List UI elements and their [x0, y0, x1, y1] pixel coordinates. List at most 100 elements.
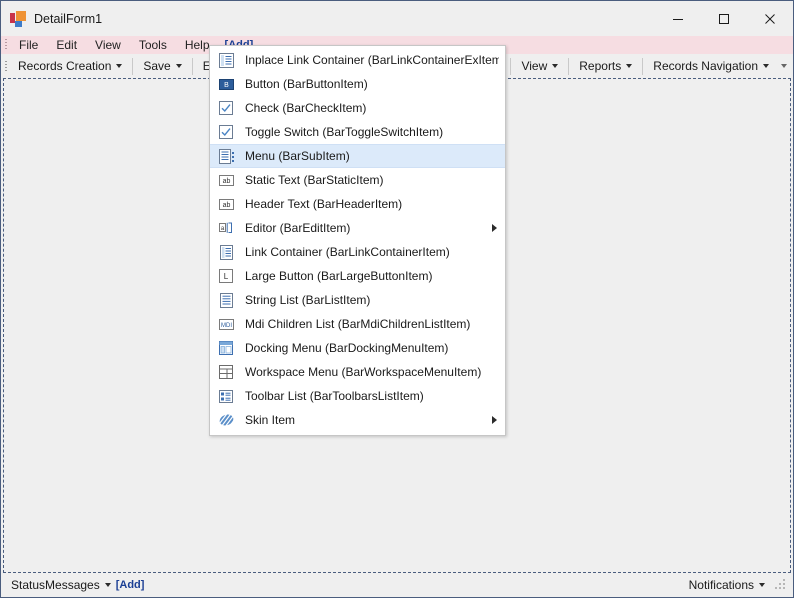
menubar-item-file[interactable]: File	[10, 36, 47, 54]
menubar-item-edit[interactable]: Edit	[47, 36, 86, 54]
toolbar-separator	[568, 57, 570, 75]
mdi-children-list-icon: MDI	[218, 316, 234, 332]
large-button-icon: L	[218, 268, 234, 284]
chevron-down-icon	[175, 64, 182, 68]
menu-item-label: Large Button (BarLargeButtonItem)	[245, 269, 433, 283]
minimize-icon	[673, 18, 683, 20]
menu-item-label: Editor (BarEditItem)	[245, 221, 351, 235]
menu-item-label: Check (BarCheckItem)	[245, 101, 367, 115]
menubar-item-view[interactable]: View	[86, 36, 130, 54]
menu-item-button[interactable]: B Button (BarButtonItem)	[210, 72, 505, 96]
menubar-item-tools[interactable]: Tools	[130, 36, 176, 54]
toolbar-list-icon	[218, 388, 234, 404]
svg-text:B: B	[224, 82, 229, 89]
toolbar-button-reports-label: Reports	[579, 59, 622, 73]
statusbar-add-link[interactable]: [Add]	[116, 579, 145, 591]
statusbar-status-messages-label: StatusMessages	[11, 578, 100, 592]
chevron-down-icon	[552, 64, 559, 68]
menu-item-label: Workspace Menu (BarWorkspaceMenuItem)	[245, 365, 482, 379]
toolbar-overflow-button[interactable]	[777, 64, 791, 68]
menu-item-label: Docking Menu (BarDockingMenuItem)	[245, 341, 449, 355]
toolbar-button-records-navigation[interactable]: Records Navigation	[645, 55, 777, 77]
menu-item-mdi-children-list[interactable]: MDI Mdi Children List (BarMdiChildrenLis…	[210, 312, 505, 336]
status-bar: StatusMessages [Add] Notifications	[1, 573, 793, 597]
chevron-down-icon	[116, 64, 123, 68]
svg-text:ab: ab	[222, 202, 230, 209]
minimize-button[interactable]	[655, 1, 701, 36]
application-window: DetailForm1 File Edit View Tools Help Re…	[0, 0, 794, 598]
menu-item-link-container[interactable]: Link Container (BarLinkContainerItem)	[210, 240, 505, 264]
menu-item-label: Inplace Link Container (BarLinkContainer…	[245, 53, 499, 67]
statusbar-item-notifications[interactable]: Notifications	[683, 578, 771, 592]
menu-item-toolbar-list[interactable]: Toolbar List (BarToolbarsListItem)	[210, 384, 505, 408]
toggle-switch-icon	[218, 124, 234, 140]
toolbar-button-records-creation-label: Records Creation	[18, 59, 112, 73]
resize-grip-icon[interactable]	[775, 579, 787, 591]
skin-item-icon	[218, 412, 234, 428]
menu-item-label: Toolbar List (BarToolbarsListItem)	[245, 389, 424, 403]
menu-item-label: Toggle Switch (BarToggleSwitchItem)	[245, 125, 444, 139]
toolbar-drag-handle[interactable]	[1, 54, 10, 78]
menu-item-skin-item[interactable]: Skin Item	[210, 408, 505, 432]
chevron-down-icon	[763, 64, 769, 68]
menu-item-label: Menu (BarSubItem)	[245, 149, 350, 163]
window-title: DetailForm1	[34, 11, 103, 26]
menu-item-menu-subitem[interactable]: Menu (BarSubItem)	[210, 144, 505, 168]
menu-item-label: String List (BarListItem)	[245, 293, 371, 307]
svg-text:ab: ab	[222, 178, 230, 185]
toolbar-button-records-creation[interactable]: Records Creation	[10, 55, 130, 77]
menu-item-large-button[interactable]: L Large Button (BarLargeButtonItem)	[210, 264, 505, 288]
svg-text:MDI: MDI	[221, 323, 232, 329]
menu-item-label: Skin Item	[245, 413, 296, 427]
maximize-icon	[719, 13, 729, 24]
menu-item-label: Button (BarButtonItem)	[245, 77, 368, 91]
check-icon	[218, 100, 234, 116]
menu-item-header-text[interactable]: ab Header Text (BarHeaderItem)	[210, 192, 505, 216]
title-bar: DetailForm1	[1, 1, 793, 36]
window-controls	[655, 1, 793, 36]
menu-item-editor[interactable]: a Editor (BarEditItem)	[210, 216, 505, 240]
header-text-icon: ab	[218, 196, 234, 212]
static-text-icon: ab	[218, 172, 234, 188]
link-container-ex-icon	[218, 52, 234, 68]
app-icon	[10, 10, 26, 27]
close-button[interactable]	[747, 1, 793, 36]
menu-item-label: Static Text (BarStaticItem)	[245, 173, 384, 187]
toolbar-button-reports[interactable]: Reports	[571, 55, 640, 77]
chevron-down-icon	[104, 583, 111, 587]
toolbar-separator	[132, 57, 134, 75]
toolbar-separator	[191, 57, 193, 75]
close-icon	[765, 13, 775, 24]
statusbar-notifications-label: Notifications	[688, 578, 754, 592]
sub-menu-icon	[218, 148, 234, 164]
svg-text:L: L	[224, 272, 229, 281]
chevron-down-icon	[781, 64, 787, 68]
menu-item-toggle-switch[interactable]: Toggle Switch (BarToggleSwitchItem)	[210, 120, 505, 144]
toolbar-button-view[interactable]: View	[513, 55, 566, 77]
toolbar-button-view-label: View	[521, 59, 548, 73]
menu-item-label: Link Container (BarLinkContainerItem)	[245, 245, 450, 259]
string-list-icon	[218, 292, 234, 308]
chevron-right-icon	[492, 224, 497, 232]
menu-item-static-text[interactable]: ab Static Text (BarStaticItem)	[210, 168, 505, 192]
menu-item-inplace-link-container[interactable]: Inplace Link Container (BarLinkContainer…	[210, 48, 505, 72]
toolbar-button-records-navigation-label: Records Navigation	[653, 59, 758, 73]
link-container-icon	[218, 244, 234, 260]
toolbar-separator	[510, 57, 512, 75]
statusbar-item-status-messages[interactable]: StatusMessages [Add]	[5, 578, 150, 592]
menu-item-check[interactable]: Check (BarCheckItem)	[210, 96, 505, 120]
toolbar-button-save-label: Save	[143, 59, 171, 73]
chevron-down-icon	[626, 64, 633, 68]
toolbar-left-group: Records Creation Save Edit	[10, 55, 242, 77]
menu-item-workspace-menu[interactable]: Workspace Menu (BarWorkspaceMenuItem)	[210, 360, 505, 384]
menu-item-docking-menu[interactable]: Docking Menu (BarDockingMenuItem)	[210, 336, 505, 360]
button-icon: B	[218, 76, 234, 92]
bar-item-type-popup-menu[interactable]: Inplace Link Container (BarLinkContainer…	[209, 45, 506, 436]
menubar-drag-handle[interactable]	[1, 36, 10, 53]
chevron-right-icon	[492, 416, 497, 424]
menu-item-label: Mdi Children List (BarMdiChildrenListIte…	[245, 317, 471, 331]
toolbar-separator	[642, 57, 644, 75]
menu-item-string-list[interactable]: String List (BarListItem)	[210, 288, 505, 312]
toolbar-button-save[interactable]: Save	[135, 55, 189, 77]
maximize-button[interactable]	[701, 1, 747, 36]
